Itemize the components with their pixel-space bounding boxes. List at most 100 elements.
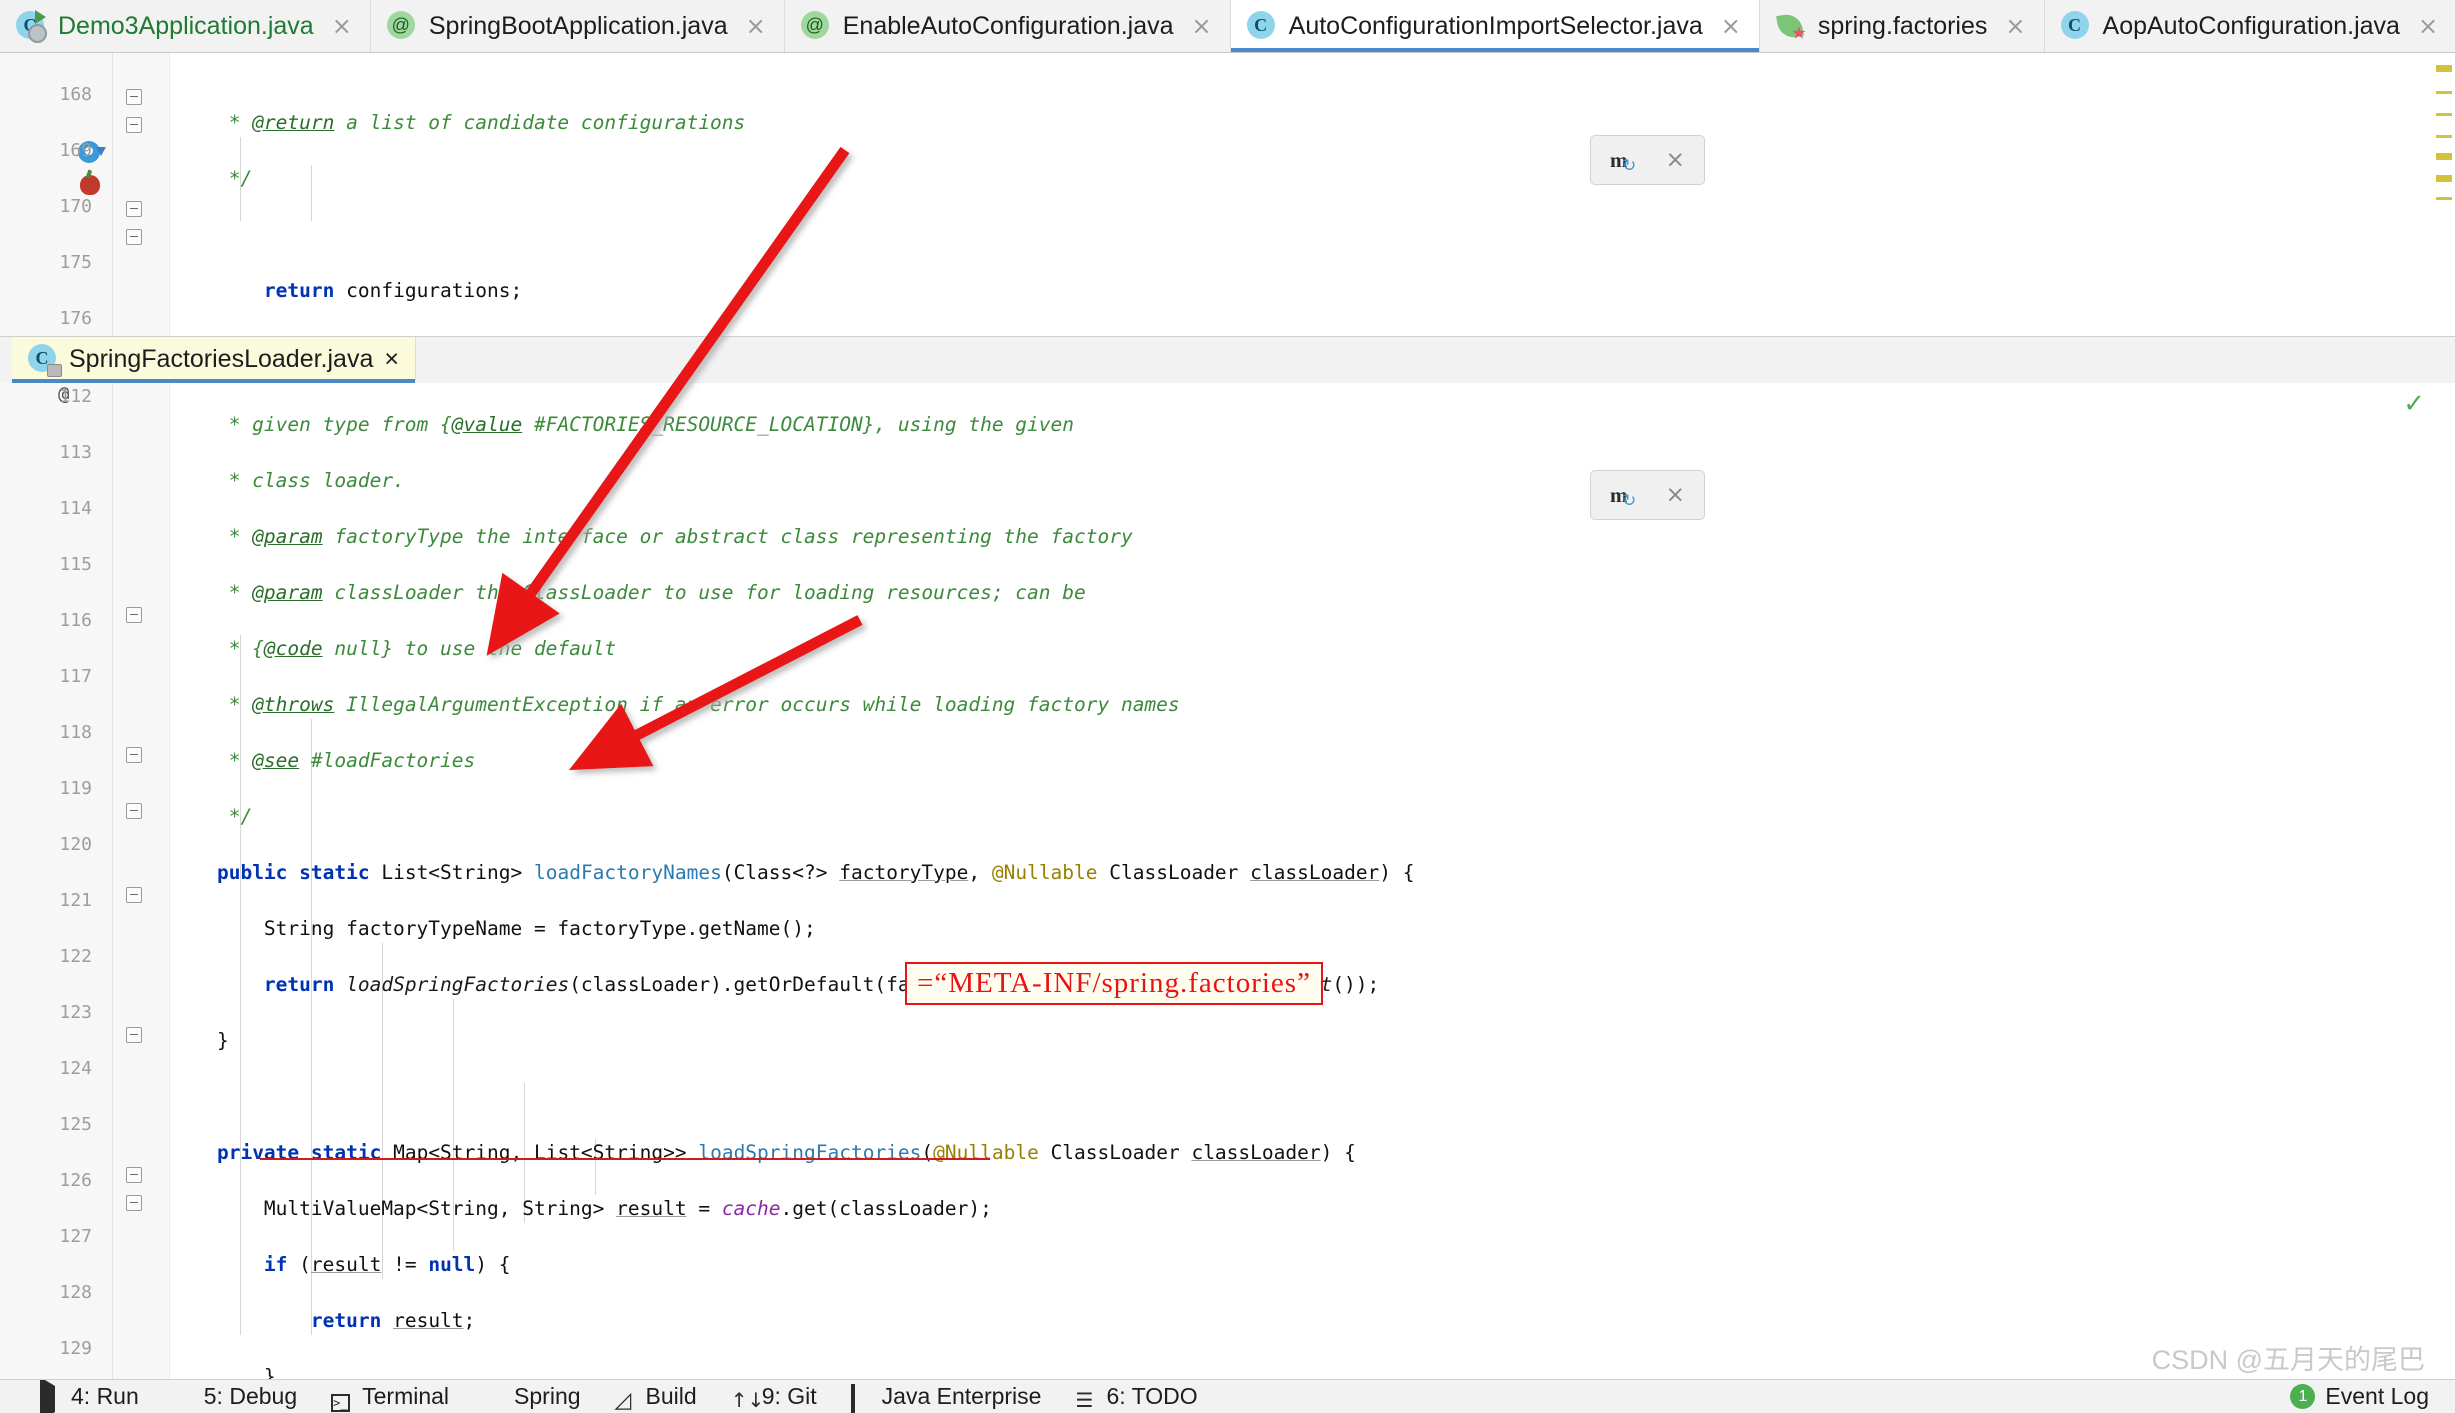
java-annotation-icon: @ (386, 11, 417, 41)
java-enterprise-icon (850, 1383, 873, 1413)
m-sync-icon[interactable]: m ↻ (1610, 483, 1636, 510)
tab-label: SpringFactoriesLoader.java (69, 344, 374, 373)
code-text: * @param factoryType the interface or ab… (170, 525, 1133, 548)
line-number: 127 (59, 1226, 92, 1247)
tab-spring-factories[interactable]: spring.factories × (1759, 0, 2045, 52)
line-number: 119 (59, 778, 92, 799)
status-item-label: Java Enterprise (881, 1383, 1042, 1409)
line-number: 123 (59, 1002, 92, 1023)
code-text: private static Map<String, List<String>>… (216, 1141, 1356, 1164)
m-sync-icon[interactable]: m ↻ (1610, 148, 1636, 175)
line-number: 170 (59, 196, 92, 217)
warning-marker[interactable] (2436, 65, 2452, 72)
status-item-java-enterprise[interactable]: Java Enterprise (850, 1383, 1042, 1413)
tab-close-icon[interactable]: × (2005, 14, 2025, 38)
warning-marker[interactable] (2436, 113, 2452, 116)
status-item-label: Terminal (362, 1383, 450, 1409)
java-class-icon: C (2060, 11, 2091, 41)
annotation-meta-inf-label: =“META-INF/spring.factories” (905, 962, 1323, 1005)
tab-demo3application[interactable]: C Demo3Application.java × (0, 0, 371, 52)
inspection-ok-icon[interactable]: ✓ (2403, 389, 2425, 419)
code-text: } (170, 1365, 276, 1379)
line-number: 176 (59, 308, 92, 329)
java-class-runnable-icon: C (16, 10, 47, 43)
tab-enableautoconfiguration[interactable]: @ EnableAutoConfiguration.java × (784, 0, 1231, 52)
status-item-spring[interactable]: Spring (483, 1383, 580, 1410)
code-text: if (result != null) { (263, 1253, 511, 1276)
tab-close-icon[interactable]: × (2418, 14, 2438, 38)
line-number: 169 (59, 140, 92, 161)
editor-pane-continued[interactable]: 175 return configurations; 176 } 177 (0, 221, 2455, 336)
top-editor-background (1340, 53, 2455, 221)
java-class-readonly-icon: C (28, 344, 58, 374)
java-annotation-icon: @ (800, 11, 831, 41)
tab-label: spring.factories (1817, 11, 1988, 40)
spring-leaf-icon (1775, 11, 1806, 41)
tab-close-icon[interactable]: × (1721, 14, 1741, 38)
tab-close-icon[interactable]: × (1192, 14, 1212, 38)
warning-marker[interactable] (2436, 197, 2452, 200)
code-text: public static List<String> loadFactoryNa… (216, 861, 1415, 884)
code-text: */ (170, 805, 253, 828)
top-code-area[interactable]: 168 * @return a list of candidate config… (0, 53, 1340, 221)
spring-leaf-icon (483, 1386, 505, 1408)
status-bar: 4: Run 5: Debug >_ Terminal Spring ◿ Bui… (0, 1379, 2455, 1413)
inspection-widget-top[interactable]: m ↻ × (1590, 135, 1705, 185)
line-number: 175 (59, 252, 92, 273)
tab-springfactoriesloader[interactable]: C SpringFactoriesLoader.java × (12, 337, 416, 384)
tab-close-icon[interactable]: × (746, 14, 766, 38)
code-text: return result; (310, 1309, 476, 1332)
split-editor-tab-bar: C SpringFactoriesLoader.java × (0, 336, 2455, 384)
tab-label: AopAutoConfiguration.java (2102, 11, 2400, 40)
close-icon[interactable]: × (1666, 482, 1685, 508)
line-number: 125 (59, 1114, 92, 1135)
status-item-terminal[interactable]: >_ Terminal (331, 1383, 450, 1412)
status-item-git[interactable]: ↑↓ 9: Git (730, 1383, 817, 1412)
editor-pane-springfactoriesloader[interactable]: @ 112 * given type from {@value #FACTORI… (0, 383, 2455, 1379)
line-number: 129 (59, 1338, 92, 1359)
status-item-build[interactable]: ◿ Build (614, 1383, 697, 1413)
status-item-todo[interactable]: ☰ 6: TODO (1075, 1383, 1198, 1412)
line-number: 116 (59, 610, 92, 631)
inspection-widget-bottom[interactable]: m ↻ × (1590, 470, 1705, 520)
status-item-label: 4: Run (71, 1383, 139, 1409)
line-number: 168 (59, 84, 92, 105)
warning-marker[interactable] (2436, 175, 2452, 182)
status-item-run[interactable]: 4: Run (40, 1380, 139, 1413)
warning-marker[interactable] (2436, 135, 2452, 138)
top-marker-strip[interactable] (2433, 53, 2455, 221)
code-text: String factoryTypeName = factoryType.get… (170, 917, 816, 940)
tab-label: Demo3Application.java (58, 11, 314, 40)
status-item-debug[interactable]: 5: Debug (173, 1383, 297, 1410)
warning-marker[interactable] (2436, 153, 2452, 160)
tab-aopautoconfiguration[interactable]: C AopAutoConfiguration.java × (2044, 0, 2455, 52)
line-number: 117 (59, 666, 92, 687)
editor-pane-autoconfigurationimportselector[interactable]: 168 * @return a list of candidate config… (0, 53, 1340, 221)
idea-window: C Demo3Application.java × @ SpringBootAp… (0, 0, 2455, 1413)
git-icon: ↑↓ (730, 1387, 765, 1412)
event-log-badge: 1 (2290, 1384, 2316, 1409)
tab-springbootapplication[interactable]: @ SpringBootApplication.java × (370, 0, 785, 52)
build-hammer-icon: ◿ (614, 1387, 632, 1413)
status-item-label: 6: TODO (1106, 1383, 1198, 1409)
status-item-event-log[interactable]: 1 Event Log (2290, 1383, 2429, 1410)
bottom-code-area[interactable]: 112 * given type from {@value #FACTORIES… (0, 383, 2455, 1379)
line-number: 120 (59, 834, 92, 855)
tab-label: AutoConfigurationImportSelector.java (1288, 11, 1703, 40)
tab-close-icon[interactable]: × (384, 345, 399, 374)
java-class-icon: C (1246, 11, 1277, 41)
line-number: 114 (59, 498, 92, 519)
status-item-label: Event Log (2325, 1383, 2429, 1409)
watermark: CSDN @五月天的尾巴 (2151, 1345, 2425, 1375)
tab-autoconfigurationimportselector[interactable]: C AutoConfigurationImportSelector.java × (1230, 0, 1760, 52)
code-text: * class loader. (170, 469, 405, 492)
tab-close-icon[interactable]: × (332, 14, 352, 38)
todo-icon: ☰ (1075, 1387, 1094, 1412)
code-text: * given type from {@value #FACTORIES_RES… (170, 413, 1074, 436)
line-number: 126 (59, 1170, 92, 1191)
line-number: 112 (59, 386, 92, 407)
close-icon[interactable]: × (1666, 147, 1685, 173)
line-number: 118 (59, 722, 92, 743)
warning-marker[interactable] (2436, 91, 2452, 94)
status-item-label: Spring (514, 1383, 581, 1409)
